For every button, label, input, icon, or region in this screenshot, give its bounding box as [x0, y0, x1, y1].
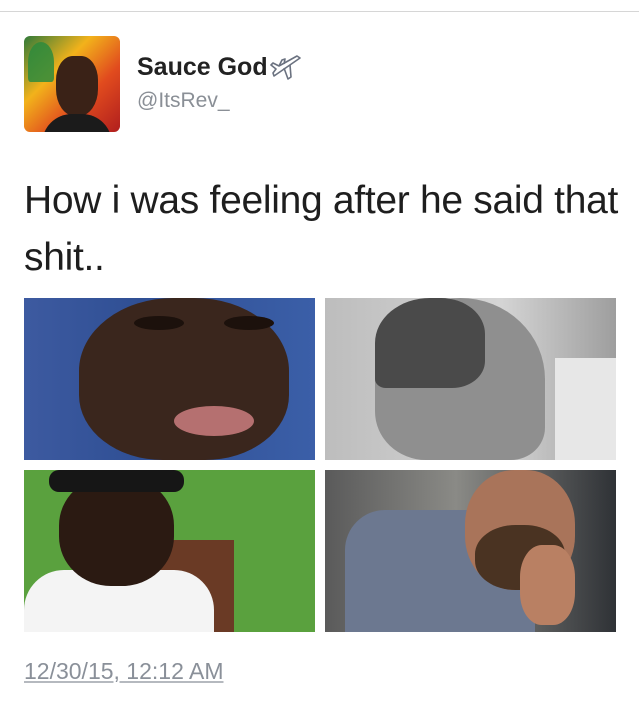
- media-photo-4[interactable]: [325, 470, 616, 632]
- display-name[interactable]: Sauce God: [137, 52, 304, 82]
- eye-shape: [134, 316, 184, 330]
- face-shape: [59, 476, 174, 586]
- media-photo-1[interactable]: [24, 298, 315, 460]
- tweet-text: How i was feeling after he said that shi…: [24, 179, 619, 279]
- hand-shape: [520, 545, 575, 625]
- avatar-shirt: [42, 114, 112, 132]
- avatar-face: [56, 56, 98, 116]
- avatar-plant-leaf: [28, 42, 54, 82]
- media-photo-2[interactable]: [325, 298, 616, 460]
- hair-shape: [375, 298, 485, 388]
- cap-shape: [49, 470, 184, 492]
- eye-shape: [224, 316, 274, 330]
- tweet-timestamp[interactable]: 12/30/15, 12:12 AM: [24, 658, 224, 685]
- top-divider: [0, 11, 639, 12]
- avatar[interactable]: [24, 36, 120, 132]
- media-photo-3[interactable]: [24, 470, 315, 632]
- lips-shape: [174, 406, 254, 436]
- airplane-icon: [269, 55, 301, 80]
- display-name-text: Sauce God: [137, 52, 268, 81]
- wall-shape: [555, 358, 616, 460]
- user-handle[interactable]: @ItsRev_: [137, 89, 230, 113]
